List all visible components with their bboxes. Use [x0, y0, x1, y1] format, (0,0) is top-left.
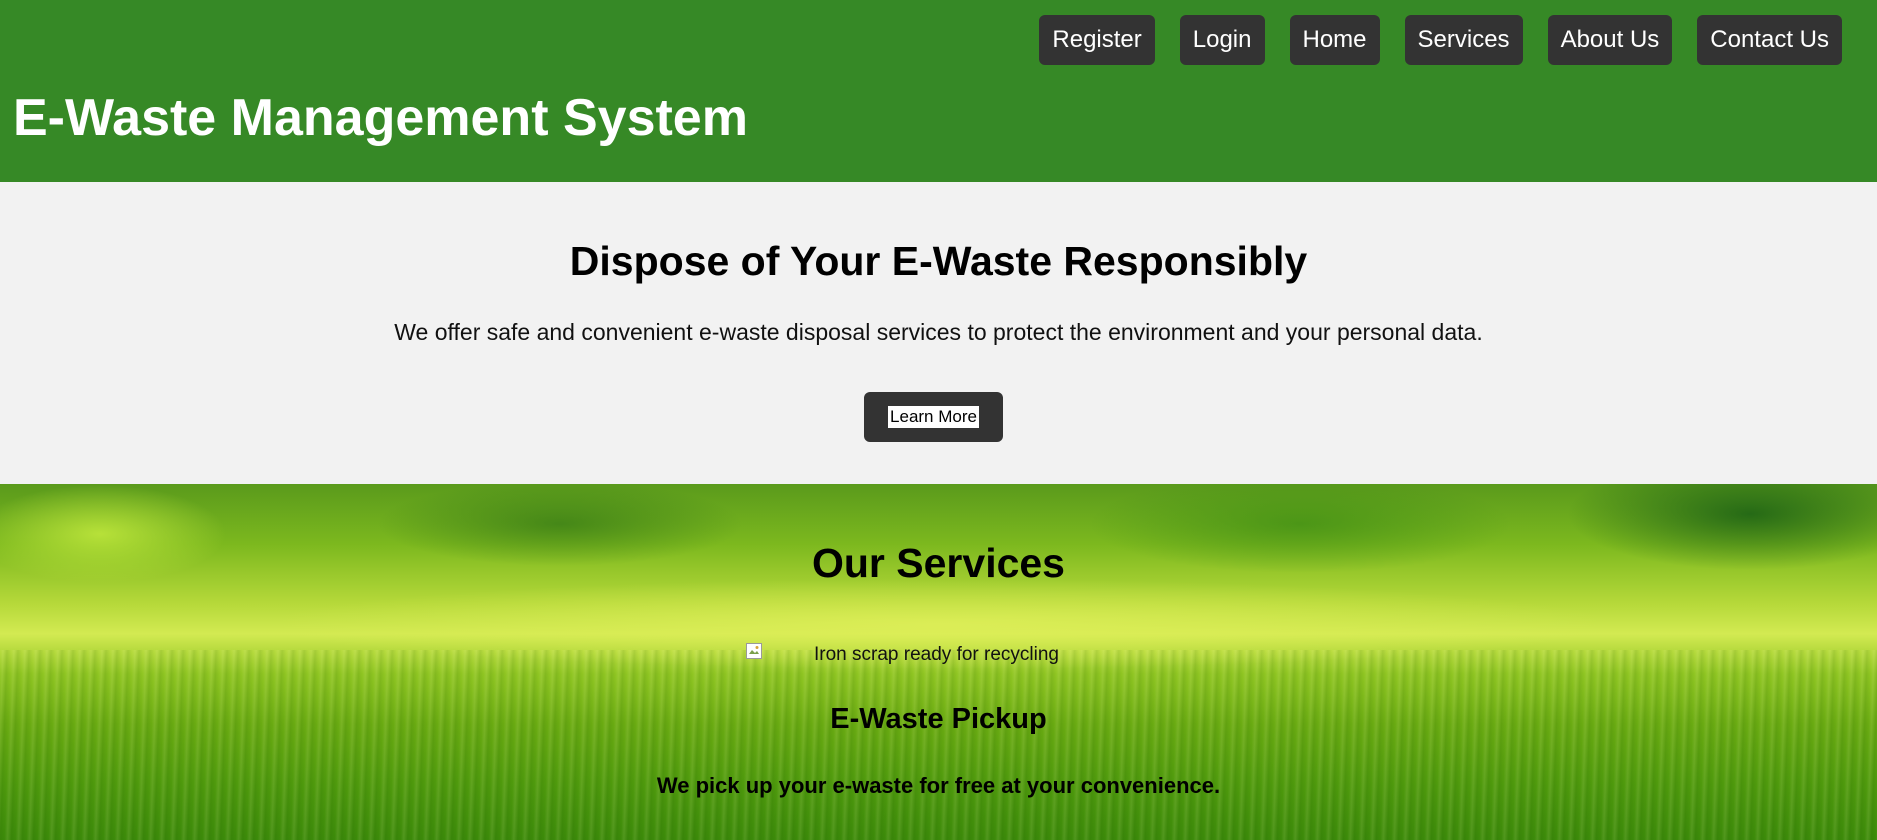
service-image: Iron scrap ready for recycling — [746, 643, 1059, 666]
top-nav: Register Login Home Services About Us Co… — [1039, 15, 1842, 65]
broken-image-icon — [746, 643, 762, 659]
nav-services-button[interactable]: Services — [1404, 15, 1523, 65]
learn-more-label: Learn More — [888, 406, 979, 428]
learn-more-button[interactable]: Learn More — [864, 392, 1003, 442]
services-section: Our Services Iron scrap ready for recycl… — [0, 484, 1877, 840]
hero-description: We offer safe and convenient e-waste dis… — [394, 319, 1483, 345]
grass-background — [0, 650, 1877, 840]
nav-home-button[interactable]: Home — [1289, 15, 1380, 65]
hero-heading: Dispose of Your E-Waste Responsibly — [569, 238, 1308, 284]
nav-login-button[interactable]: Login — [1179, 15, 1265, 65]
services-heading: Our Services — [812, 540, 1065, 586]
service-title: E-Waste Pickup — [830, 703, 1047, 735]
service-description: We pick up your e-waste for free at your… — [656, 773, 1221, 798]
service-image-alt: Iron scrap ready for recycling — [814, 644, 1059, 665]
nav-register-button[interactable]: Register — [1039, 15, 1155, 65]
nav-about-us-button[interactable]: About Us — [1547, 15, 1673, 65]
site-title: E-Waste Management System — [13, 89, 748, 147]
hero-section: Dispose of Your E-Waste Responsibly We o… — [0, 182, 1877, 484]
nav-contact-us-button[interactable]: Contact Us — [1697, 15, 1842, 65]
site-header: Register Login Home Services About Us Co… — [0, 0, 1877, 182]
